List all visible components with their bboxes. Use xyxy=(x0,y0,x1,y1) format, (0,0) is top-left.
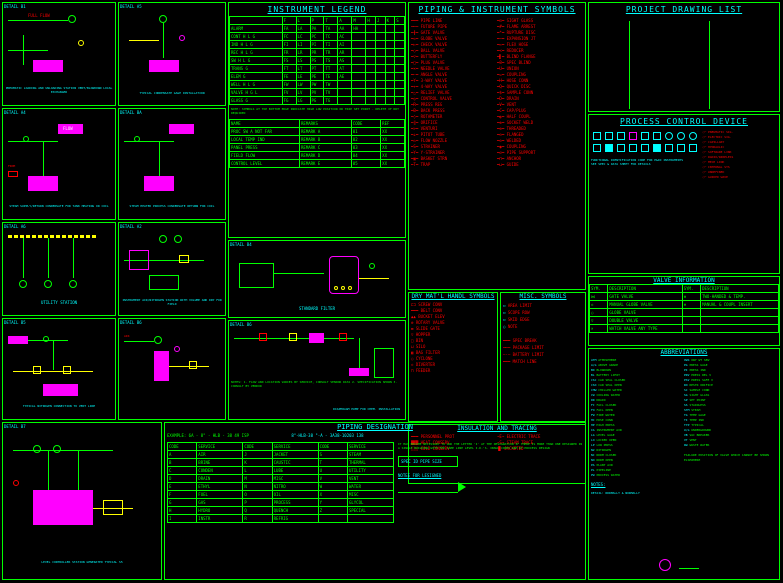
detail-a6-desc: UTILITY STATION xyxy=(3,300,115,305)
detail-a5-title: DETAIL A5 xyxy=(119,3,225,10)
dry-matl: DRY MAT'L HANDL SYMBOLS ⊏⊐ SCREW CONV ══… xyxy=(408,292,498,422)
misc-symbols-hdr: MISC. SYMBOLS xyxy=(501,293,585,300)
process-control: PROCESS CONTROL DEVICE FUNCTIONAL IDENTI… xyxy=(588,114,780,274)
detail-b6-notes: DETAIL B6 NOTES: 1. FLOW AND LOCATION VA… xyxy=(228,320,406,420)
detail-a4-title: DETAIL A4 xyxy=(3,109,115,116)
detail-a5: DETAIL A5 TYPICAL CONDENSATE GAGE INSTAL… xyxy=(118,2,226,106)
detail-b1: DETAIL B1 FULL FLOW PNEUMATIC LOADING AN… xyxy=(2,2,116,106)
misc-symbols: MISC. SYMBOLS ▭ AREA LIMIT ▭ SCOPE ROW ▭… xyxy=(500,292,586,422)
detail-a5-desc: TYPICAL CONDENSATE GAGE INSTALLATION xyxy=(119,90,225,96)
detail-b5: DETAIL B5 TYPICAL NITROGEN CONNECTION TO… xyxy=(2,318,116,420)
detail-a4: DETAIL A4 FLOW FROM STEAM SUPPLY/RETURN … xyxy=(2,108,116,220)
dry-matl-hdr: DRY MAT'L HANDL SYMBOLS xyxy=(409,293,497,300)
detail-b7-title: DETAIL B7 xyxy=(3,423,161,430)
detail-b6-title: DETAIL B6 xyxy=(119,319,225,326)
detail-b4: DETAIL B4 STANDARD FILTER xyxy=(228,240,406,318)
detail-a6: DETAIL A6 UTILITY STATION xyxy=(2,222,116,316)
instrument-legend: INSTRUMENT LEGEND FLPTAMHJKS ALARMFALAPA… xyxy=(228,2,406,238)
abbreviations-hdr: ABBREVIATIONS xyxy=(589,349,779,356)
detail-b5-title: DETAIL B5 xyxy=(3,319,115,326)
detail-ba-desc: STEAM HEATED PROCESS CONDENSATE RETURN F… xyxy=(119,204,225,208)
detail-a2-title: DETAIL A2 xyxy=(119,223,225,230)
detail-b6: DETAIL B6 AIR xyxy=(118,318,226,420)
detail-b1-title: DETAIL B1 xyxy=(3,3,115,10)
detail-b5-desc: TYPICAL NITROGEN CONNECTION TO VENT LINE xyxy=(3,404,115,408)
legend-note: NOTE: SYMBOLS AT TOP BOTTOM EDGE INDICAT… xyxy=(229,105,405,117)
detail-a2-desc: INSTRUMENT AIR/NITROGEN STATION WITH VOL… xyxy=(119,298,225,306)
piping-symbols: PIPING & INSTRUMENT SYMBOLS ━━━ PIPE LIN… xyxy=(408,2,586,290)
instrument-legend-hdr: INSTRUMENT LEGEND xyxy=(229,3,405,16)
detail-b1-desc: PNEUMATIC LOADING AND UNLOADING STATION … xyxy=(3,85,115,95)
piping-designation-hdr: PIPING DESIGNATION xyxy=(165,423,585,431)
project-drawing-hdr: PROJECT DRAWING LIST xyxy=(589,3,779,16)
detail-b7: DETAIL B7 LEVEL CONTROLLER STATION GENER… xyxy=(2,422,162,580)
valve-info: VALVE INFORMATION SYM.DESCRIPTIONSYM.DES… xyxy=(588,276,780,346)
project-drawing: PROJECT DRAWING LIST xyxy=(588,2,780,112)
detail-b4-desc: STANDARD FILTER xyxy=(229,306,405,311)
detail-a6-title: DETAIL A6 xyxy=(3,223,115,230)
detail-a2: DETAIL A2 INSTRUMENT AIR/NITROGEN STATIO… xyxy=(118,222,226,316)
detail-a4-desc: STEAM SUPPLY/RETURN CONDENSATE FOR TANK … xyxy=(3,204,115,208)
detail-b7-desc: LEVEL CONTROLLER STATION GENERATED TYPIC… xyxy=(3,560,161,564)
detail-b1-sub: FULL FLOW xyxy=(28,13,50,18)
piping-designation: PIPING DESIGNATION EXAMPLE: 6A - 8" - HL… xyxy=(164,422,586,580)
abbreviations: ABBREVIATIONS ATM ATMOSPHERE A/G ABOVE G… xyxy=(588,348,780,580)
process-control-hdr: PROCESS CONTROL DEVICE xyxy=(589,115,779,128)
detail-ba: DETAIL BA STEAM HEATED PROCESS CONDENSAT… xyxy=(118,108,226,220)
piping-symbols-hdr: PIPING & INSTRUMENT SYMBOLS xyxy=(409,3,585,16)
detail-b6-notes-text: NOTES: 1. FLOW AND LOCATION VARIES BY SE… xyxy=(229,378,405,390)
detail-b4-title: DETAIL B4 xyxy=(229,241,405,248)
detail-ba-title: DETAIL BA xyxy=(119,109,225,116)
valve-info-hdr: VALVE INFORMATION xyxy=(589,277,779,284)
